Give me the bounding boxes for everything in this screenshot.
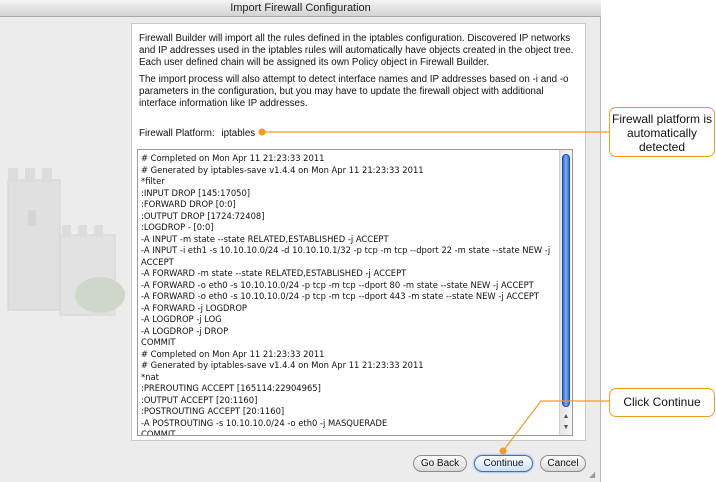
- intro-text: Firewall Builder will import all the rul…: [139, 33, 574, 68]
- dialog-title: Import Firewall Configuration: [0, 0, 601, 17]
- platform-label: Firewall Platform:: [139, 128, 215, 139]
- platform-value: iptables: [221, 128, 256, 139]
- scroll-down-icon[interactable]: ▼: [561, 423, 571, 433]
- go-back-button[interactable]: Go Back: [413, 455, 467, 472]
- import-dialog: Import Firewall Configuration Firewall B…: [0, 0, 601, 482]
- continue-button[interactable]: Continue: [474, 455, 533, 472]
- resize-grip-icon[interactable]: ◢: [589, 470, 599, 480]
- scroll-up-icon[interactable]: ▲: [561, 412, 571, 422]
- detect-text: The import process will also attempt to …: [139, 74, 569, 109]
- config-textarea[interactable]: # Completed on Mon Apr 11 21:23:33 2011 …: [137, 149, 573, 436]
- platform-callout: Firewall platform is automatically detec…: [609, 107, 715, 157]
- scroll-thumb[interactable]: [562, 154, 570, 407]
- continue-callout: Click Continue: [609, 388, 715, 417]
- config-text[interactable]: # Completed on Mon Apr 11 21:23:33 2011 …: [141, 153, 559, 435]
- castle-watermark-icon: [7, 168, 125, 316]
- vertical-scrollbar[interactable]: ▲ ▼: [559, 150, 572, 435]
- dialog-content: Firewall Builder will import all the rul…: [131, 23, 586, 441]
- firewall-platform: Firewall Platform: iptables: [139, 128, 255, 139]
- cancel-button[interactable]: Cancel: [540, 455, 586, 472]
